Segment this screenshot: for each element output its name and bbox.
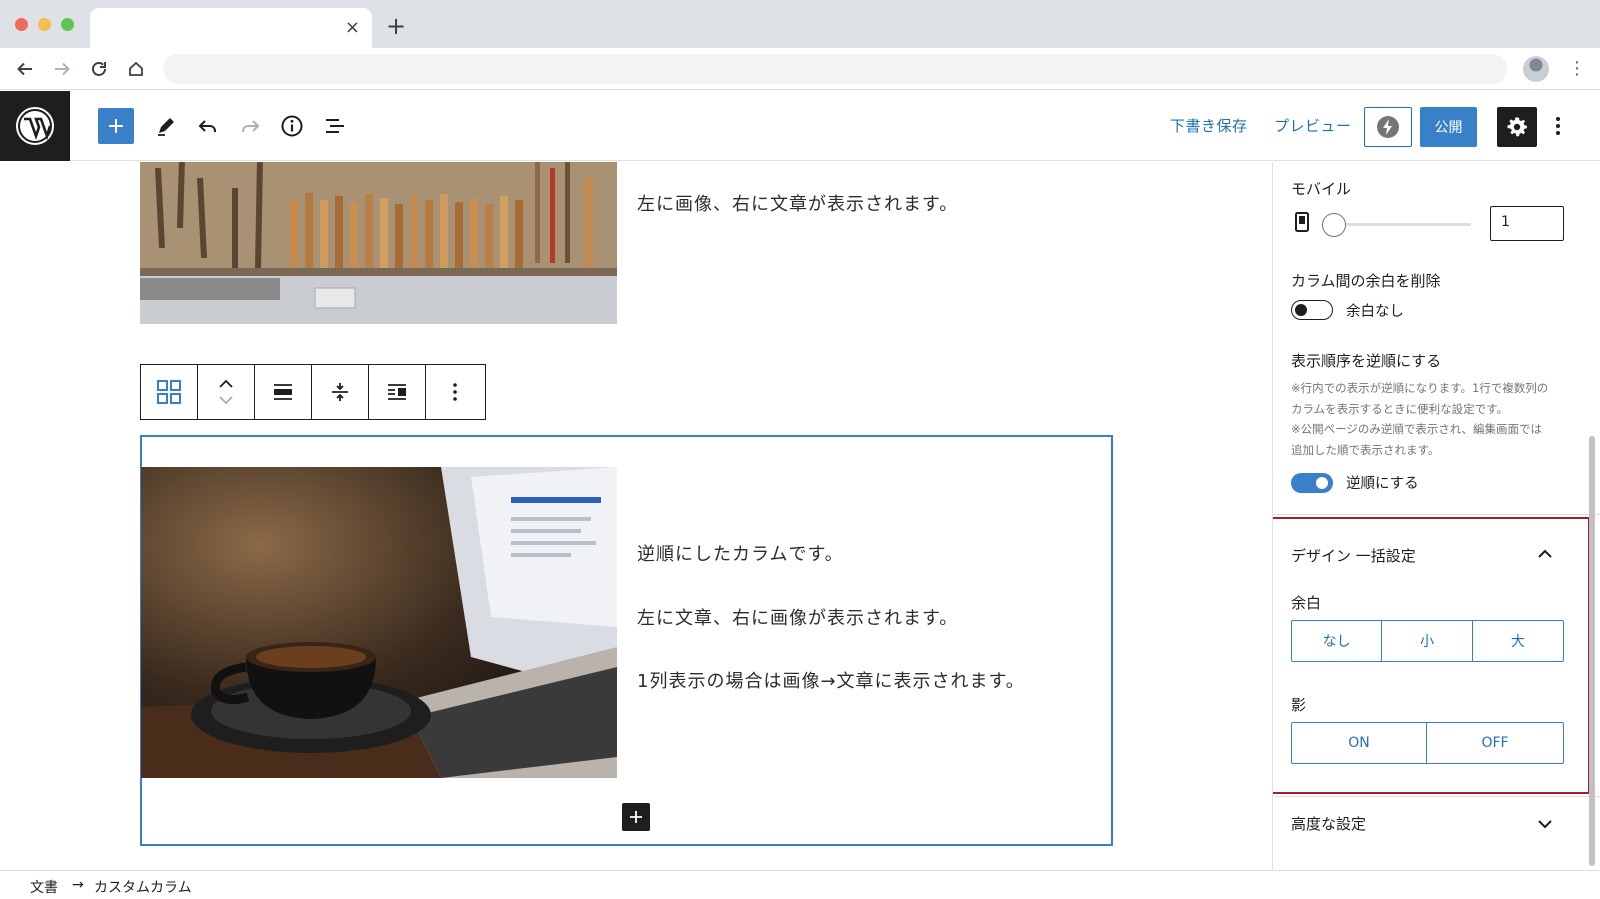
panel-divider [1273,514,1600,515]
spacing-none-button[interactable]: なし [1292,621,1383,661]
edit-pencil-icon[interactable] [148,108,184,144]
lightning-button[interactable] [1364,107,1412,147]
browser-menu-icon[interactable]: ⋮ [1568,58,1586,79]
profile-avatar[interactable] [1523,56,1549,82]
remove-gap-toggle[interactable] [1291,300,1333,320]
sidebar-scrollbar[interactable] [1589,436,1595,866]
list-view-icon[interactable] [317,108,353,144]
vertical-align-button[interactable] [312,365,369,419]
redo-icon[interactable] [232,108,268,144]
save-draft-button[interactable]: 下書き保存 [1170,115,1248,136]
move-up-down-icon [219,379,233,405]
browser-tab-bar: × + [0,0,1600,48]
reload-icon[interactable] [88,58,110,80]
media-text-icon [388,384,406,400]
shadow-label: 影 [1291,696,1307,714]
editor-canvas: 左に画像、右に文章が表示されます。 逆順にしたカラムです。 左に文章、右に画像が… [0,162,1254,870]
column-text[interactable]: 左に文章、右に画像が表示されます。 [637,604,958,630]
breadcrumb-document[interactable]: 文書 [30,877,58,897]
spacing-small-button[interactable]: 小 [1382,621,1473,661]
move-block-button[interactable] [198,365,255,419]
tools-image[interactable] [140,162,617,324]
preview-button[interactable]: プレビュー [1274,115,1352,136]
column-text[interactable]: 逆順にしたカラムです。 [637,540,844,566]
settings-sidebar: モバイル 1 カラム間の余白を削除 余白なし 表示順序を逆順にする ※行内での表… [1272,162,1600,870]
gear-icon [1507,117,1527,137]
window-close-button[interactable] [15,18,28,31]
mobile-columns-input[interactable]: 1 [1490,206,1564,241]
shadow-off-button[interactable]: OFF [1427,723,1563,763]
window-minimize-button[interactable] [38,18,51,31]
spacing-button-group: なし 小 大 [1291,620,1564,662]
block-toolbar [140,364,486,420]
block-options-button[interactable] [426,365,483,419]
back-arrow-icon[interactable] [14,58,36,80]
home-icon[interactable] [125,58,147,80]
design-panel-title[interactable]: デザイン 一括設定 [1291,545,1416,566]
info-icon[interactable] [274,108,310,144]
reverse-order-label: 表示順序を逆順にする [1291,352,1442,370]
reverse-order-help: ※行内での表示が逆順になります。1行で複数列の カラムを表示するときに便利な設定… [1291,381,1549,457]
wordpress-logo-icon[interactable] [0,91,70,161]
lightning-icon [1377,116,1399,138]
undo-icon[interactable] [190,108,226,144]
shadow-on-button[interactable]: ON [1292,723,1427,763]
settings-button[interactable] [1497,107,1537,147]
mobile-columns-label: モバイル [1291,180,1352,198]
align-wide-icon [274,384,292,400]
add-block-button[interactable] [98,108,134,144]
plus-icon [630,811,642,823]
mobile-columns-slider-thumb[interactable] [1322,213,1346,237]
breadcrumb-arrow-icon: → [72,877,84,893]
shadow-button-group: ON OFF [1291,722,1564,764]
more-options-icon[interactable] [1550,111,1566,141]
reverse-order-toggle[interactable] [1291,473,1333,493]
column-text[interactable]: 1列表示の場合は画像→文章に表示されます。 [637,667,1025,693]
panel-divider [1273,796,1600,797]
spacing-label: 余白 [1291,594,1322,612]
remove-gap-label: カラム間の余白を削除 [1291,272,1441,290]
browser-tab[interactable]: × [90,8,372,48]
address-bar[interactable] [163,54,1507,84]
tab-close-icon[interactable]: × [345,18,360,38]
coffee-laptop-image[interactable] [141,467,617,778]
breadcrumb-custom-columns[interactable]: カスタムカラム [94,877,192,897]
block-inserter-button[interactable] [622,803,650,831]
spacing-large-button[interactable]: 大 [1473,621,1563,661]
reverse-order-toggle-label: 逆順にする [1346,476,1419,492]
breadcrumb: 文書 → カスタムカラム [0,870,1600,899]
grid-icon [157,380,181,404]
publish-button[interactable]: 公開 [1420,107,1477,147]
advanced-settings-title[interactable]: 高度な設定 [1291,813,1366,834]
editor-header: 下書き保存 プレビュー 公開 [0,91,1600,161]
block-type-button[interactable] [141,365,198,419]
chevron-down-icon[interactable] [1537,818,1553,830]
column-text[interactable]: 左に画像、右に文章が表示されます。 [637,190,958,216]
browser-toolbar: ⋮ [0,48,1600,90]
new-tab-button[interactable]: + [386,14,406,38]
remove-gap-toggle-label: 余白なし [1346,304,1404,320]
window-maximize-button[interactable] [61,18,74,31]
mobile-icon [1295,212,1309,232]
vertical-center-icon [332,383,348,401]
align-button[interactable] [255,365,312,419]
media-text-button[interactable] [369,365,426,419]
forward-arrow-icon[interactable] [51,58,73,80]
chevron-up-icon[interactable] [1537,548,1553,560]
more-vertical-icon [452,383,457,401]
